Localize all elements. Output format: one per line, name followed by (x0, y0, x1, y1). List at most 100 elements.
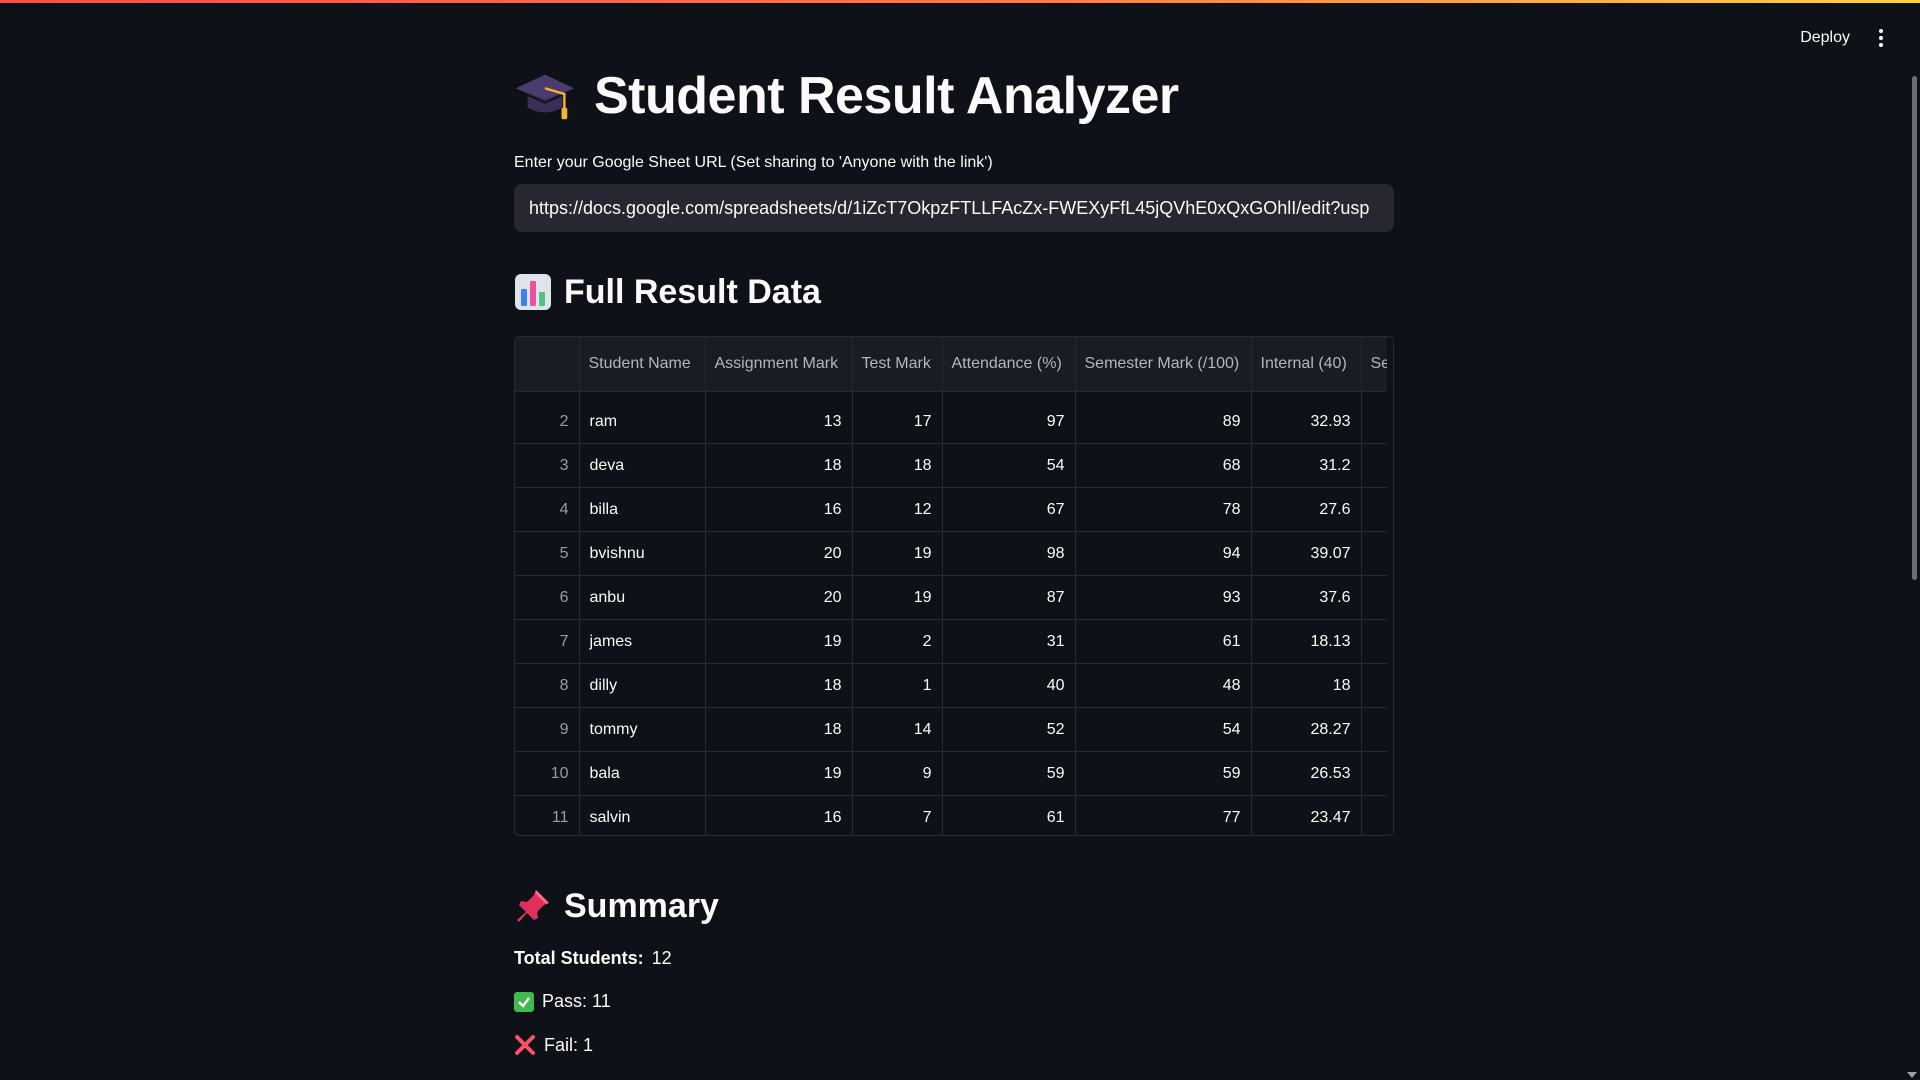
column-header-assignment-mark[interactable]: Assignment Mark (705, 337, 853, 392)
assignment-mark-cell[interactable]: 20 (705, 531, 853, 576)
test-mark-cell[interactable]: 19 (852, 575, 943, 620)
test-mark-cell[interactable]: 17 (852, 391, 943, 444)
internal-mark-cell[interactable]: 31.2 (1251, 443, 1362, 488)
internal-mark-cell[interactable]: 18.13 (1251, 619, 1362, 664)
student-name-cell[interactable]: james (579, 619, 706, 664)
row-index[interactable]: 7 (515, 619, 580, 664)
student-name-cell[interactable]: deva (579, 443, 706, 488)
table-row[interactable]: 8 dilly 18 1 40 48 18 (515, 663, 1393, 708)
assignment-mark-cell[interactable]: 16 (705, 795, 853, 835)
scroll-down-arrow-icon[interactable] (1907, 1072, 1917, 1078)
semester-mark-cell[interactable]: 89 (1075, 391, 1252, 444)
attendance-cell[interactable]: 54 (942, 443, 1076, 488)
attendance-cell[interactable]: 87 (942, 575, 1076, 620)
row-index[interactable]: 5 (515, 531, 580, 576)
full-result-data-heading: Full Result Data (514, 268, 1394, 316)
table-header-row: Student Name Assignment Mark Test Mark A… (515, 337, 1393, 392)
attendance-cell[interactable]: 52 (942, 707, 1076, 752)
sheet-url-input[interactable]: https://docs.google.com/spreadsheets/d/1… (514, 184, 1394, 232)
row-index[interactable]: 3 (515, 443, 580, 488)
table-row[interactable]: 7 james 19 2 31 61 18.13 (515, 619, 1393, 664)
page-scrollbar-thumb[interactable] (1912, 76, 1917, 580)
test-mark-cell[interactable]: 1 (852, 663, 943, 708)
total-students-value: 12 (651, 948, 672, 968)
main-menu-icon[interactable] (1872, 26, 1890, 50)
semester-mark-cell[interactable]: 93 (1075, 575, 1252, 620)
total-students-line: Total Students: 12 (514, 948, 1394, 969)
column-header-student-name[interactable]: Student Name (579, 337, 706, 392)
attendance-cell[interactable]: 61 (942, 795, 1076, 835)
attendance-cell[interactable]: 97 (942, 391, 1076, 444)
result-data-table[interactable]: Student Name Assignment Mark Test Mark A… (514, 336, 1394, 836)
semester-mark-cell[interactable]: 78 (1075, 487, 1252, 532)
table-row[interactable]: 9 tommy 18 14 52 54 28.27 (515, 707, 1393, 752)
semester-mark-cell[interactable]: 48 (1075, 663, 1252, 708)
summary-title: Summary (564, 886, 719, 925)
internal-mark-cell[interactable]: 39.07 (1251, 531, 1362, 576)
test-mark-cell[interactable]: 2 (852, 619, 943, 664)
assignment-mark-cell[interactable]: 20 (705, 575, 853, 620)
student-name-cell[interactable]: tommy (579, 707, 706, 752)
semester-mark-cell[interactable]: 94 (1075, 531, 1252, 576)
table-row[interactable]: 5 bvishnu 20 19 98 94 39.07 (515, 531, 1393, 576)
internal-mark-cell[interactable]: 23.47 (1251, 795, 1362, 835)
internal-mark-cell[interactable]: 18 (1251, 663, 1362, 708)
assignment-mark-cell[interactable]: 19 (705, 751, 853, 796)
attendance-cell[interactable]: 98 (942, 531, 1076, 576)
attendance-cell[interactable]: 40 (942, 663, 1076, 708)
semester-mark-cell[interactable]: 61 (1075, 619, 1252, 664)
column-header-internal[interactable]: Internal (40) (1251, 337, 1362, 392)
semester-mark-cell[interactable]: 77 (1075, 795, 1252, 835)
test-mark-cell[interactable]: 12 (852, 487, 943, 532)
assignment-mark-cell[interactable]: 18 (705, 443, 853, 488)
test-mark-cell[interactable]: 18 (852, 443, 943, 488)
attendance-cell[interactable]: 67 (942, 487, 1076, 532)
test-mark-cell[interactable]: 19 (852, 531, 943, 576)
column-header-semester-mark[interactable]: Semester Mark (/100) (1075, 337, 1252, 392)
table-row[interactable]: 6 anbu 20 19 87 93 37.6 (515, 575, 1393, 620)
internal-mark-cell[interactable]: 28.27 (1251, 707, 1362, 752)
assignment-mark-cell[interactable]: 18 (705, 707, 853, 752)
attendance-cell[interactable]: 59 (942, 751, 1076, 796)
semester-mark-cell[interactable]: 54 (1075, 707, 1252, 752)
student-name-cell[interactable]: anbu (579, 575, 706, 620)
student-name-cell[interactable]: salvin (579, 795, 706, 835)
student-name-cell[interactable]: bala (579, 751, 706, 796)
assignment-mark-cell[interactable]: 16 (705, 487, 853, 532)
test-mark-cell[interactable]: 9 (852, 751, 943, 796)
row-index[interactable]: 9 (515, 707, 580, 752)
table-row[interactable]: 11 salvin 16 7 61 77 23.47 (515, 795, 1393, 835)
top-accent-bar (0, 0, 1920, 3)
test-mark-cell[interactable]: 7 (852, 795, 943, 835)
column-header-test-mark[interactable]: Test Mark (852, 337, 943, 392)
row-index[interactable]: 4 (515, 487, 580, 532)
row-index[interactable]: 11 (515, 795, 580, 835)
row-index[interactable]: 8 (515, 663, 580, 708)
test-mark-cell[interactable]: 14 (852, 707, 943, 752)
assignment-mark-cell[interactable]: 18 (705, 663, 853, 708)
table-row[interactable]: 3 deva 18 18 54 68 31.2 (515, 443, 1393, 488)
student-name-cell[interactable]: dilly (579, 663, 706, 708)
student-name-cell[interactable]: bvishnu (579, 531, 706, 576)
table-row[interactable]: 10 bala 19 9 59 59 26.53 (515, 751, 1393, 796)
table-row[interactable]: 2 ram 13 17 97 89 32.93 (515, 391, 1393, 444)
internal-mark-cell[interactable]: 37.6 (1251, 575, 1362, 620)
attendance-cell[interactable]: 31 (942, 619, 1076, 664)
table-row[interactable]: 4 billa 16 12 67 78 27.6 (515, 487, 1393, 532)
deploy-button[interactable]: Deploy (1800, 29, 1850, 47)
internal-mark-cell[interactable]: 32.93 (1251, 391, 1362, 444)
assignment-mark-cell[interactable]: 13 (705, 391, 853, 444)
internal-mark-cell[interactable]: 26.53 (1251, 751, 1362, 796)
row-index[interactable]: 10 (515, 751, 580, 796)
sheet-url-label: Enter your Google Sheet URL (Set sharing… (514, 154, 993, 171)
student-name-cell[interactable]: billa (579, 487, 706, 532)
student-name-cell[interactable]: ram (579, 391, 706, 444)
assignment-mark-cell[interactable]: 19 (705, 619, 853, 664)
bar-chart-icon (515, 274, 551, 310)
row-index[interactable]: 6 (515, 575, 580, 620)
semester-mark-cell[interactable]: 68 (1075, 443, 1252, 488)
row-index[interactable]: 2 (515, 391, 580, 444)
internal-mark-cell[interactable]: 27.6 (1251, 487, 1362, 532)
column-header-attendance[interactable]: Attendance (%) (942, 337, 1076, 392)
semester-mark-cell[interactable]: 59 (1075, 751, 1252, 796)
